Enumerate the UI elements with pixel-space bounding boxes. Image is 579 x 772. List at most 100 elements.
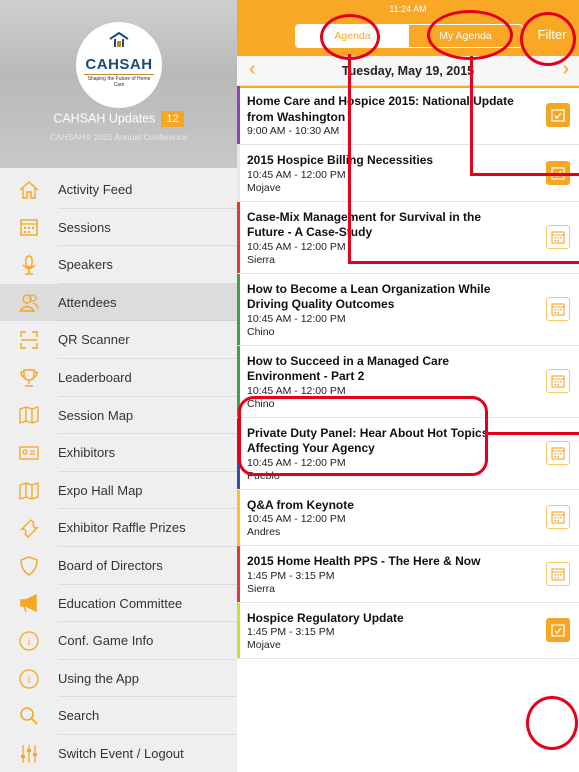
sidebar-item-leaderboard[interactable]: Leaderboard — [0, 359, 237, 397]
sidebar-item-education-committee[interactable]: Education Committee — [0, 585, 237, 623]
sidebar-item-speakers[interactable]: Speakers — [0, 246, 237, 284]
updates-count-badge: 12 — [161, 111, 184, 127]
annotation-circle-filter — [520, 12, 576, 66]
annotation-line — [348, 261, 579, 264]
event-logo: CAHSAH Shaping the Future of Home Care — [76, 22, 162, 108]
session-time: 1:45 PM - 3:15 PM — [247, 626, 335, 638]
logo-tagline: Shaping the Future of Home Care — [84, 74, 154, 88]
house-logo-icon — [109, 32, 129, 47]
session-time: 1:45 PM - 3:15 PM — [247, 569, 335, 582]
session-time: 10:45 AM - 12:00 PM — [247, 240, 346, 253]
svg-text:i: i — [27, 674, 30, 686]
sidebar-item-label: Using the App — [58, 660, 237, 698]
event-subtitle: CAHSAH® 2015 Annual Conference — [49, 132, 188, 142]
sidebar-item-label: Session Map — [58, 397, 237, 435]
sidebar-item-activity-feed[interactable]: Activity Feed — [0, 171, 237, 209]
sliders-icon — [0, 743, 58, 765]
session-room: Sierra — [247, 582, 276, 595]
event-updates-label: CAHSAH Updates — [53, 111, 156, 126]
sidebar-item-session-map[interactable]: Session Map — [0, 397, 237, 435]
sidebar-item-label: Speakers — [58, 246, 237, 284]
session-row[interactable]: 2015 Home Health PPS - The Here & Now 1:4… — [237, 546, 579, 603]
session-title: Q&A from Keynote — [247, 497, 354, 512]
sidebar-item-label: Board of Directors — [58, 547, 237, 585]
calendar-check-icon[interactable] — [546, 103, 570, 127]
session-time: 10:45 AM - 12:00 PM — [247, 513, 346, 525]
session-title: How to Succeed in a Managed Care Environ… — [247, 353, 450, 384]
calendar-add-icon[interactable] — [546, 505, 570, 530]
id-card-icon — [0, 442, 58, 464]
current-date: Tuesday, May 19, 2015 — [341, 64, 475, 78]
annotation-line — [486, 432, 579, 435]
sidebar-item-using-the-app[interactable]: i Using the App — [0, 660, 237, 698]
sidebar-item-label: Activity Feed — [58, 171, 237, 209]
session-row[interactable]: How to Become a Lean Organization While … — [237, 273, 579, 346]
sidebar-item-switch-event-logout[interactable]: Switch Event / Logout — [0, 735, 237, 772]
session-row[interactable]: Hospice Regulatory Update 1:45 PM - 3:15 … — [237, 602, 579, 659]
event-updates-link[interactable]: CAHSAH Updates 12 — [0, 111, 237, 127]
session-title: 2015 Hospice Billing Necessities — [247, 153, 434, 167]
sidebar-item-search[interactable]: Search — [0, 697, 237, 735]
session-time: 9:00 AM - 10:30 AM — [247, 125, 340, 137]
sidebar-menu: Activity Feed Sessions Speakers Attendee… — [0, 171, 237, 772]
sidebar-item-sessions[interactable]: Sessions — [0, 209, 237, 247]
info-icon: i — [0, 668, 58, 690]
microphone-icon — [0, 254, 58, 276]
sidebar-item-label: Attendees — [58, 284, 237, 322]
trophy-icon — [0, 367, 58, 389]
date-bar: ‹ Tuesday, May 19, 2015 › — [237, 56, 579, 86]
session-time: 10:45 AM - 12:00 PM — [247, 312, 346, 325]
sidebar-item-board-of-directors[interactable]: Board of Directors — [0, 547, 237, 585]
sidebar-item-label: Exhibitor Raffle Prizes — [58, 509, 237, 547]
megaphone-icon — [0, 592, 58, 614]
people-icon — [0, 292, 58, 314]
session-row[interactable]: Home Care and Hospice 2015: National Upd… — [237, 86, 579, 145]
qr-scanner-icon — [0, 329, 58, 351]
search-icon — [0, 705, 58, 727]
sidebar: CAHSAH Shaping the Future of Home Care C… — [0, 0, 237, 772]
sidebar-item-label: QR Scanner — [58, 321, 237, 359]
track-color-bar — [237, 201, 240, 273]
annotation-circle-added-session — [526, 696, 578, 750]
session-room: Chino — [247, 325, 275, 338]
session-title: Case-Mix Management for Survival in the … — [247, 209, 482, 240]
sidebar-item-label: Leaderboard — [58, 359, 237, 397]
session-room: Andres — [247, 526, 281, 538]
shield-icon — [0, 555, 58, 577]
session-room: Sierra — [247, 253, 276, 266]
sidebar-item-conf-game-info[interactable]: i Conf. Game Info — [0, 622, 237, 660]
ticket-icon — [0, 517, 58, 539]
calendar-add-icon[interactable] — [546, 297, 570, 321]
sidebar-item-exhibitors[interactable]: Exhibitors — [0, 434, 237, 472]
calendar-add-icon[interactable] — [546, 561, 570, 586]
svg-text:i: i — [27, 636, 30, 648]
sidebar-item-exhibitor-raffle-prizes[interactable]: Exhibitor Raffle Prizes — [0, 509, 237, 547]
calendar-add-icon[interactable] — [546, 225, 570, 249]
sidebar-item-expo-hall-map[interactable]: Expo Hall Map — [0, 472, 237, 510]
sidebar-item-label: Conf. Game Info — [58, 622, 237, 660]
session-title: Hospice Regulatory Update — [247, 610, 404, 625]
logo-brand: CAHSAH — [85, 56, 153, 73]
event-header: CAHSAH Shaping the Future of Home Care C… — [0, 0, 237, 168]
calendar-check-icon[interactable] — [546, 618, 570, 643]
app-window: CAHSAH Shaping the Future of Home Care C… — [0, 0, 579, 772]
track-color-bar — [237, 86, 240, 144]
calendar-icon — [0, 216, 58, 238]
track-color-bar — [237, 546, 240, 602]
annotation-box-session — [238, 396, 488, 476]
session-title: Home Care and Hospice 2015: National Upd… — [247, 94, 514, 124]
track-color-bar — [237, 273, 240, 345]
session-title: How to Become a Lean Organization While … — [247, 281, 491, 312]
sidebar-item-label: Expo Hall Map — [58, 472, 237, 510]
session-room: Mojave — [247, 181, 281, 194]
sidebar-item-attendees[interactable]: Attendees — [0, 283, 237, 322]
calendar-add-icon[interactable] — [546, 369, 570, 393]
sidebar-item-qr-scanner[interactable]: QR Scanner — [0, 321, 237, 359]
sidebar-item-label: Education Committee — [58, 585, 237, 623]
session-row[interactable]: Q&A from Keynote 10:45 AM - 12:00 PM Andre… — [237, 489, 579, 546]
annotation-line — [470, 173, 579, 176]
session-title: 2015 Home Health PPS - The Here & Now — [247, 554, 481, 568]
track-color-bar — [237, 602, 240, 658]
calendar-add-icon[interactable] — [546, 441, 570, 465]
sidebar-item-label: Sessions — [58, 209, 237, 247]
